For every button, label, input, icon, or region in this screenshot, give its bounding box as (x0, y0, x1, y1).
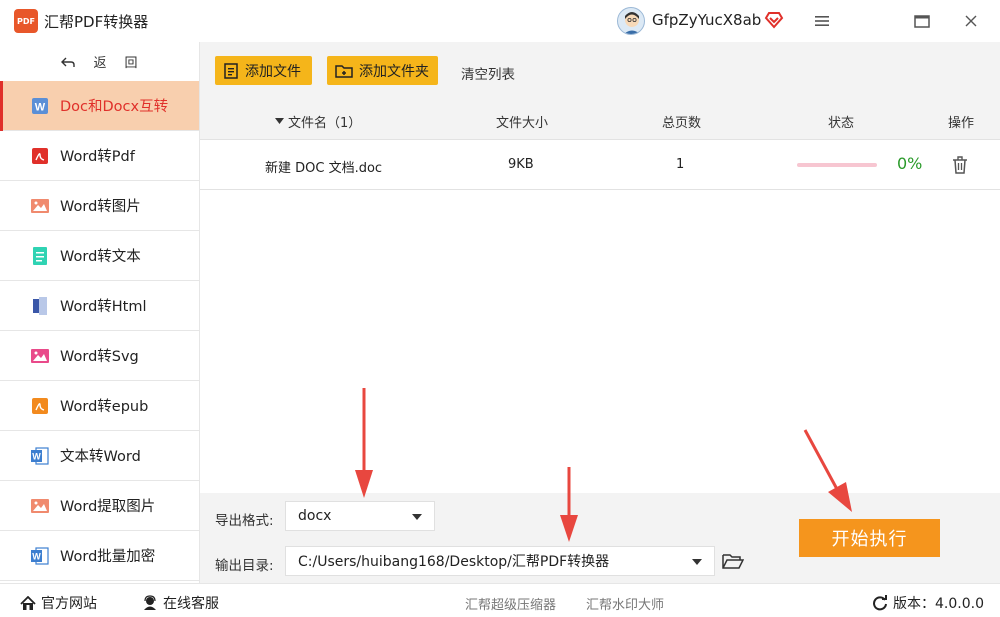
close-icon[interactable] (960, 10, 982, 32)
word-icon: W (30, 446, 50, 466)
sidebar-item-label: Word转Html (60, 299, 147, 315)
sidebar: 返 回 W Doc和Docx互转 Word转Pdf Word转图片 Word转文… (0, 42, 200, 583)
svg-text:W: W (32, 551, 41, 561)
sidebar-item-label: 文本转Word (60, 449, 141, 465)
add-file-label: 添加文件 (245, 63, 301, 80)
sidebar-item-word-encrypt[interactable]: W Word批量加密 (0, 531, 199, 581)
compressor-link[interactable]: 汇帮超级压缩器 (465, 594, 556, 613)
sidebar-item-doc-docx[interactable]: W Doc和Docx互转 (0, 81, 199, 131)
sidebar-item-word-text[interactable]: Word转文本 (0, 231, 199, 281)
back-label-2: 回 (124, 56, 138, 71)
progress-bar (797, 163, 877, 167)
sidebar-item-label: Word转Svg (60, 349, 139, 365)
file-table-header: 文件名（1） 文件大小 总页数 状态 操作 (200, 100, 1000, 140)
sidebar-item-word-html[interactable]: Word转Html (0, 281, 199, 331)
header-pages: 总页数 (662, 116, 702, 131)
sidebar-item-text-word[interactable]: W 文本转Word (0, 431, 199, 481)
header-size: 文件大小 (496, 116, 549, 131)
extract-image-icon (30, 496, 50, 516)
word-lock-icon: W (30, 546, 50, 566)
svg-image-icon (30, 346, 50, 366)
title-bar: PDF 汇帮PDF转换器 GfpZyYucX8ab (0, 0, 1000, 42)
sidebar-item-label: Doc和Docx互转 (60, 99, 169, 115)
clear-list-button[interactable]: 清空列表 (461, 63, 515, 83)
chevron-down-icon (692, 559, 702, 565)
chevron-down-icon (412, 514, 422, 520)
svg-text:W: W (35, 101, 46, 113)
word-doc-icon: W (30, 96, 50, 116)
add-folder-button[interactable]: 添加文件夹 (327, 56, 438, 85)
sidebar-item-word-pdf[interactable]: Word转Pdf (0, 131, 199, 181)
svg-text:W: W (32, 451, 41, 461)
settings-panel: 导出格式: docx 输出目录: C:/Users/huibang168/Des… (200, 493, 1000, 583)
username[interactable]: GfpZyYucX8ab (652, 11, 761, 29)
delete-icon[interactable] (951, 155, 969, 175)
home-icon (20, 595, 36, 610)
add-folder-icon (335, 64, 353, 78)
sidebar-item-word-epub[interactable]: Word转epub (0, 381, 199, 431)
refresh-icon (873, 595, 887, 611)
progress-percent: 0% (897, 154, 923, 173)
sort-down-icon (275, 118, 284, 124)
header-action: 操作 (948, 116, 975, 131)
add-file-icon (224, 62, 238, 79)
sidebar-item-word-extract-image[interactable]: Word提取图片 (0, 481, 199, 531)
footer: 官方网站 在线客服 汇帮超级压缩器 汇帮水印大师 版本：4.0.0.0 (0, 583, 1000, 617)
format-select[interactable]: docx (285, 501, 435, 531)
header-filename[interactable]: 文件名（1） (275, 112, 361, 131)
customer-service-icon (144, 595, 156, 610)
format-value: docx (298, 508, 332, 524)
header-status: 状态 (828, 116, 855, 131)
sidebar-item-label: Word提取图片 (60, 499, 156, 515)
sidebar-item-label: Word批量加密 (60, 549, 156, 565)
output-dir-select[interactable]: C:/Users/huibang168/Desktop/汇帮PDF转换器 (285, 546, 715, 576)
sidebar-item-label: Word转epub (60, 399, 149, 415)
sidebar-item-label: Word转图片 (60, 199, 141, 215)
support-link[interactable]: 在线客服 (142, 593, 219, 613)
table-row[interactable]: 新建 DOC 文档.doc 9KB 1 0% (200, 140, 1000, 190)
vip-diamond-icon[interactable] (764, 10, 784, 30)
support-label: 在线客服 (163, 596, 219, 612)
back-arrow-icon (61, 57, 76, 67)
text-file-icon (30, 246, 50, 266)
add-file-button[interactable]: 添加文件 (215, 56, 312, 85)
app-logo-icon: PDF (14, 9, 38, 33)
main-panel: 添加文件 添加文件夹 清空列表 文件名（1） 文件大小 总页数 状态 操作 新建… (200, 42, 1000, 493)
sidebar-item-label: Word转Pdf (60, 149, 135, 165)
back-label: 返 (93, 56, 107, 71)
sidebar-item-word-svg[interactable]: Word转Svg (0, 331, 199, 381)
website-label: 官方网站 (41, 596, 97, 612)
file-size: 9KB (508, 157, 534, 172)
output-dir-label: 输出目录: (215, 558, 274, 574)
header-filename-label: 文件名（1） (288, 116, 362, 131)
sidebar-item-word-image[interactable]: Word转图片 (0, 181, 199, 231)
pdf-icon (30, 146, 50, 166)
epub-icon (30, 396, 50, 416)
folder-open-icon[interactable] (722, 552, 745, 570)
website-link[interactable]: 官方网站 (20, 593, 97, 613)
version-info[interactable]: 版本：4.0.0.0 (872, 593, 984, 613)
start-button[interactable]: 开始执行 (799, 519, 940, 557)
sidebar-item-label: Word转文本 (60, 249, 141, 265)
version-label: 版本：4.0.0.0 (893, 596, 984, 612)
back-button[interactable]: 返 回 (0, 42, 199, 81)
app-title: 汇帮PDF转换器 (44, 13, 149, 31)
output-dir-value: C:/Users/huibang168/Desktop/汇帮PDF转换器 (298, 554, 610, 570)
page-count: 1 (676, 157, 685, 172)
file-name: 新建 DOC 文档.doc (265, 161, 383, 176)
html-icon (30, 296, 50, 316)
watermark-link[interactable]: 汇帮水印大师 (586, 594, 664, 613)
add-folder-label: 添加文件夹 (359, 63, 429, 80)
image-icon (30, 196, 50, 216)
maximize-icon[interactable] (911, 10, 933, 32)
menu-icon[interactable] (811, 10, 833, 32)
toolbar: 添加文件 添加文件夹 清空列表 (200, 42, 1000, 100)
user-avatar[interactable] (617, 7, 645, 35)
format-label: 导出格式: (215, 513, 274, 529)
